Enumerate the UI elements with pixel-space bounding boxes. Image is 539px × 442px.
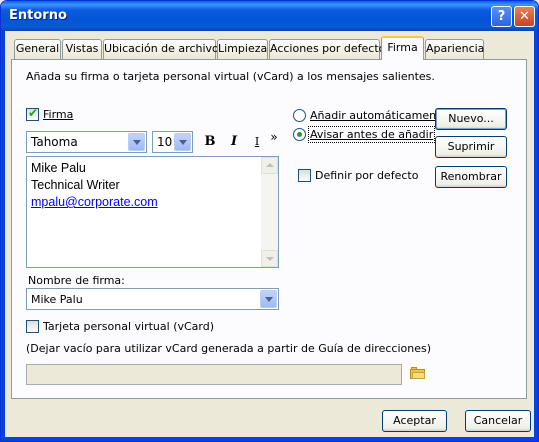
settings-dialog: Entorno ? ✕ General Vistas Ubicación de … bbox=[0, 0, 539, 442]
signature-line-name: Mike Palu bbox=[31, 161, 86, 175]
vcard-label: Tarjeta personal virtual (vCard) bbox=[43, 320, 215, 333]
firma-label: Firma bbox=[43, 108, 74, 121]
close-button[interactable]: ✕ bbox=[514, 6, 535, 27]
font-name-value: Tahoma bbox=[31, 135, 78, 149]
signature-body-editor[interactable]: Mike Palu Technical Writer mpalu@corpora… bbox=[26, 156, 279, 268]
chevron-down-icon[interactable] bbox=[128, 133, 145, 151]
window-border-bottom bbox=[1, 437, 538, 441]
chevron-down-icon[interactable] bbox=[260, 290, 277, 308]
auto-add-label: Añadir automáticamente bbox=[310, 109, 448, 122]
signature-email-link[interactable]: mpalu@corporate.com bbox=[31, 195, 158, 209]
tab-limpieza[interactable]: Limpieza bbox=[217, 39, 268, 59]
ask-before-radio[interactable] bbox=[293, 128, 306, 141]
ask-before-label: Avisar antes de añadir bbox=[307, 126, 436, 143]
radio-selected-dot bbox=[297, 132, 302, 137]
auto-add-radio[interactable] bbox=[293, 109, 306, 122]
bold-button[interactable]: B bbox=[200, 132, 220, 152]
help-button[interactable]: ? bbox=[491, 6, 512, 27]
signature-description: Añada su firma o tarjeta personal virtua… bbox=[26, 70, 435, 83]
window-title: Entorno bbox=[9, 8, 67, 23]
font-name-select[interactable]: Tahoma bbox=[26, 131, 147, 153]
set-default-label: Definir por defecto bbox=[315, 169, 419, 182]
signature-name-value: Mike Palu bbox=[31, 293, 83, 306]
delete-button[interactable]: Suprimir bbox=[435, 136, 507, 158]
more-toolbar-icon[interactable]: » bbox=[264, 127, 284, 147]
chevron-down-icon[interactable] bbox=[174, 133, 191, 151]
tab-apariencia[interactable]: Apariencia bbox=[425, 39, 484, 59]
tab-acciones-defecto[interactable]: Acciones por defecto bbox=[269, 39, 385, 59]
set-default-checkbox[interactable] bbox=[298, 169, 311, 182]
firma-checkbox[interactable]: ✔ bbox=[26, 106, 39, 121]
italic-button[interactable]: I bbox=[224, 132, 244, 152]
cancel-button[interactable]: Cancelar bbox=[465, 410, 531, 432]
tab-ubicacion-archivo[interactable]: Ubicación de archivo bbox=[103, 39, 219, 59]
window-border-right bbox=[534, 31, 538, 441]
signature-name-label: Nombre de firma: bbox=[28, 274, 125, 287]
signature-name-select[interactable]: Mike Palu bbox=[26, 288, 279, 310]
vertical-scrollbar[interactable] bbox=[261, 157, 278, 267]
rename-button[interactable]: Renombrar bbox=[435, 166, 507, 188]
font-size-select[interactable]: 10 bbox=[152, 131, 193, 153]
scroll-up-icon[interactable] bbox=[261, 157, 278, 174]
new-button[interactable]: Nuevo... bbox=[435, 108, 507, 130]
font-size-value: 10 bbox=[157, 135, 173, 149]
signature-line-title: Technical Writer bbox=[31, 178, 120, 192]
checkmark-icon: ✔ bbox=[28, 106, 39, 120]
scroll-down-icon[interactable] bbox=[261, 250, 278, 267]
tab-vistas[interactable]: Vistas bbox=[62, 39, 102, 59]
accept-button[interactable]: Aceptar bbox=[382, 410, 447, 432]
tab-firma[interactable]: Firma bbox=[381, 36, 424, 60]
vcard-hint: (Dejar vacío para utilizar vCard generad… bbox=[26, 342, 431, 355]
window-border-left bbox=[1, 31, 5, 441]
tab-general[interactable]: General bbox=[14, 39, 61, 59]
vcard-checkbox[interactable] bbox=[26, 320, 39, 333]
folder-icon[interactable] bbox=[410, 367, 426, 380]
title-bar[interactable]: Entorno ? ✕ bbox=[1, 1, 538, 31]
vcard-path-input[interactable] bbox=[26, 364, 402, 385]
